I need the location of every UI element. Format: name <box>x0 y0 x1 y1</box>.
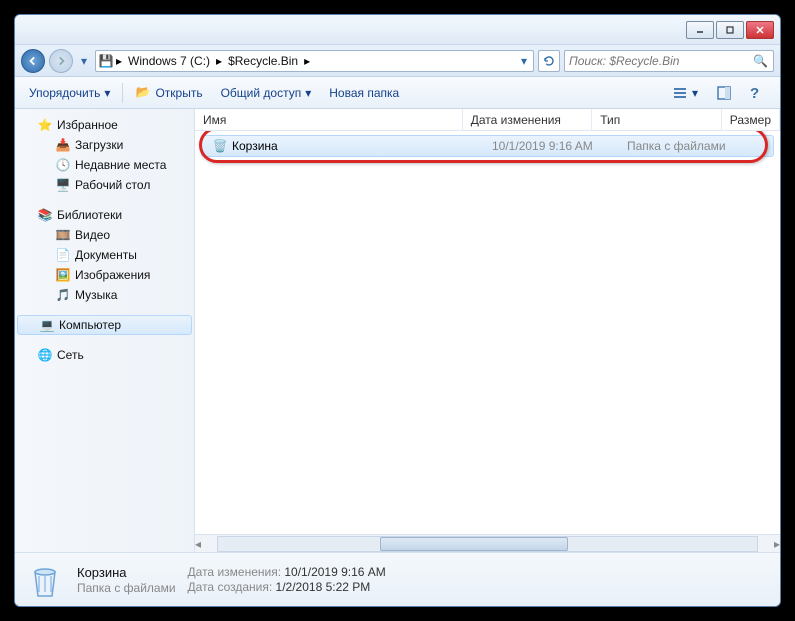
titlebar <box>15 15 780 45</box>
crumb-sep[interactable]: ▸ <box>214 54 224 68</box>
minimize-button[interactable] <box>686 21 714 39</box>
crumb-sep[interactable]: ▸ <box>114 54 124 68</box>
crumb-drive[interactable]: Windows 7 (C:) <box>124 52 214 70</box>
search-box[interactable]: 🔍 <box>564 50 774 72</box>
sidebar-favorites[interactable]: ⭐Избранное <box>15 115 194 135</box>
computer-icon: 💻 <box>39 317 55 333</box>
crumb-folder[interactable]: $Recycle.Bin <box>224 52 302 70</box>
sidebar: ⭐Избранное 📥Загрузки 🕓Недавние места 🖥️Р… <box>15 109 195 552</box>
sidebar-item-recent[interactable]: 🕓Недавние места <box>15 155 194 175</box>
details-name: Корзина <box>77 565 176 580</box>
sidebar-item-desktop[interactable]: 🖥️Рабочий стол <box>15 175 194 195</box>
details-mod-value: 10/1/2019 9:16 AM <box>284 565 385 579</box>
star-icon: ⭐ <box>37 117 53 133</box>
refresh-button[interactable] <box>538 50 560 72</box>
file-name: Корзина <box>232 139 278 153</box>
back-button[interactable] <box>21 49 45 73</box>
details-icon <box>25 560 65 600</box>
close-button[interactable] <box>746 21 774 39</box>
file-date: 10/1/2019 9:16 AM <box>484 139 619 153</box>
navbar: ▾ 💾 ▸ Windows 7 (C:) ▸ $Recycle.Bin ▸ ▾ … <box>15 45 780 77</box>
forward-button[interactable] <box>49 49 73 73</box>
crumb-sep[interactable]: ▸ <box>302 54 312 68</box>
file-type: Папка с файлами <box>619 139 754 153</box>
scroll-track[interactable] <box>217 536 758 552</box>
music-icon: 🎵 <box>55 287 71 303</box>
network-icon: 🌐 <box>37 347 53 363</box>
sidebar-item-videos[interactable]: 🎞️Видео <box>15 225 194 245</box>
newfolder-button[interactable]: Новая папка <box>321 82 407 104</box>
column-headers: Имя Дата изменения Тип Размер <box>195 109 780 131</box>
details-type: Папка с файлами <box>77 581 176 595</box>
explorer-window: ▾ 💾 ▸ Windows 7 (C:) ▸ $Recycle.Bin ▸ ▾ … <box>14 14 781 607</box>
sidebar-item-downloads[interactable]: 📥Загрузки <box>15 135 194 155</box>
scroll-right-icon[interactable]: ▸ <box>774 537 780 551</box>
scroll-thumb[interactable] <box>380 537 569 551</box>
picture-icon: 🖼️ <box>55 267 71 283</box>
toolbar: Упорядочить ▾ 📂Открыть Общий доступ ▾ Но… <box>15 77 780 109</box>
sidebar-libraries[interactable]: 📚Библиотеки <box>15 205 194 225</box>
open-button[interactable]: 📂Открыть <box>127 81 210 105</box>
organize-button[interactable]: Упорядочить ▾ <box>21 82 118 104</box>
horizontal-scrollbar[interactable]: ◂ ▸ <box>195 534 780 552</box>
share-button[interactable]: Общий доступ ▾ <box>213 82 320 104</box>
address-dropdown[interactable]: ▾ <box>517 51 531 71</box>
search-icon[interactable]: 🔍 <box>753 54 769 68</box>
details-crt-label: Дата создания: <box>188 580 273 594</box>
sidebar-network[interactable]: 🌐Сеть <box>15 345 194 365</box>
desktop-icon: 🖥️ <box>55 177 71 193</box>
downloads-icon: 📥 <box>55 137 71 153</box>
sidebar-item-pictures[interactable]: 🖼️Изображения <box>15 265 194 285</box>
document-icon: 📄 <box>55 247 71 263</box>
details-crt-value: 1/2/2018 5:22 PM <box>276 580 371 594</box>
recent-icon: 🕓 <box>55 157 71 173</box>
main-pane: Имя Дата изменения Тип Размер 🗑️ Корзина … <box>195 109 780 552</box>
file-row[interactable]: 🗑️ Корзина 10/1/2019 9:16 AM Папка с файл… <box>201 135 774 157</box>
preview-icon <box>716 85 732 101</box>
sidebar-item-documents[interactable]: 📄Документы <box>15 245 194 265</box>
view-button[interactable]: ▾ <box>664 81 706 105</box>
sidebar-item-music[interactable]: 🎵Музыка <box>15 285 194 305</box>
drive-icon: 💾 <box>98 54 114 68</box>
column-size[interactable]: Размер <box>722 109 780 130</box>
video-icon: 🎞️ <box>55 227 71 243</box>
maximize-button[interactable] <box>716 21 744 39</box>
help-button[interactable]: ? <box>742 81 774 105</box>
details-pane: Корзина Папка с файлами Дата изменения: … <box>15 552 780 606</box>
view-icon <box>672 85 688 101</box>
history-dropdown[interactable]: ▾ <box>77 51 91 71</box>
details-mod-label: Дата изменения: <box>188 565 282 579</box>
search-input[interactable] <box>569 54 753 68</box>
column-name[interactable]: Имя <box>195 109 463 130</box>
file-list[interactable]: 🗑️ Корзина 10/1/2019 9:16 AM Папка с файл… <box>195 131 780 534</box>
column-type[interactable]: Тип <box>592 109 722 130</box>
recyclebin-icon: 🗑️ <box>212 138 228 154</box>
address-bar[interactable]: 💾 ▸ Windows 7 (C:) ▸ $Recycle.Bin ▸ ▾ <box>95 50 534 72</box>
sidebar-item-computer[interactable]: 💻Компьютер <box>17 315 192 335</box>
column-date[interactable]: Дата изменения <box>463 109 593 130</box>
library-icon: 📚 <box>37 207 53 223</box>
scroll-left-icon[interactable]: ◂ <box>195 537 201 551</box>
open-icon: 📂 <box>135 85 151 101</box>
preview-button[interactable] <box>708 81 740 105</box>
help-icon: ? <box>750 85 766 101</box>
